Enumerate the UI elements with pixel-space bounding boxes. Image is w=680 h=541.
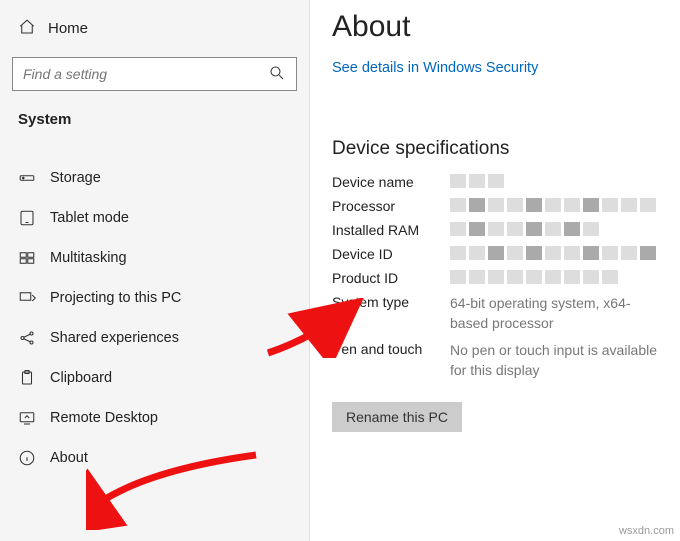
projecting-icon bbox=[18, 289, 36, 307]
nav-home-label: Home bbox=[48, 20, 88, 37]
rename-this-pc-button[interactable]: Rename this PC bbox=[332, 402, 462, 432]
nav-item-remote-desktop[interactable]: Remote Desktop bbox=[6, 398, 303, 438]
nav-item-label: Remote Desktop bbox=[50, 410, 158, 426]
nav-home[interactable]: Home bbox=[6, 10, 303, 47]
nav-item-storage[interactable]: Storage bbox=[6, 158, 303, 198]
nav-item-label: About bbox=[50, 450, 88, 466]
about-icon bbox=[18, 449, 36, 467]
spec-label: Product ID bbox=[332, 270, 450, 286]
nav-item-label: Tablet mode bbox=[50, 210, 129, 226]
nav-item-multitasking[interactable]: Multitasking bbox=[6, 238, 303, 278]
spec-row-system-type: System type 64-bit operating system, x64… bbox=[332, 294, 658, 333]
device-specifications-heading: Device specifications bbox=[332, 138, 658, 160]
spec-label: System type bbox=[332, 294, 450, 310]
spec-row-device-id: Device ID bbox=[332, 246, 658, 262]
nav-item-label: Shared experiences bbox=[50, 330, 179, 346]
nav-item-label: Clipboard bbox=[50, 370, 112, 386]
spec-value-redacted bbox=[450, 246, 656, 260]
spec-value: 64-bit operating system, x64-based proce… bbox=[450, 294, 658, 333]
windows-security-link[interactable]: See details in Windows Security bbox=[332, 60, 658, 76]
main-panel: About See details in Windows Security De… bbox=[310, 0, 680, 541]
nav-item-label: Multitasking bbox=[50, 250, 127, 266]
nav-item-projecting[interactable]: Projecting to this PC bbox=[6, 278, 303, 318]
spec-label: Pen and touch bbox=[332, 341, 450, 357]
nav-item-shared-experiences[interactable]: Shared experiences bbox=[6, 318, 303, 358]
spec-value-redacted bbox=[450, 174, 504, 188]
nav-item-about[interactable]: About bbox=[6, 438, 303, 478]
spec-label: Device name bbox=[332, 174, 450, 190]
search-icon bbox=[268, 64, 286, 85]
spec-value-redacted bbox=[450, 270, 618, 284]
home-icon bbox=[18, 18, 36, 39]
spec-row-installed-ram: Installed RAM bbox=[332, 222, 658, 238]
search-box[interactable] bbox=[12, 57, 297, 91]
spec-value-redacted bbox=[450, 198, 656, 212]
spec-value-redacted bbox=[450, 222, 599, 236]
spec-label: Processor bbox=[332, 198, 450, 214]
spec-row-product-id: Product ID bbox=[332, 270, 658, 286]
spec-row-device-name: Device name bbox=[332, 174, 658, 190]
spec-label: Installed RAM bbox=[332, 222, 450, 238]
search-input[interactable] bbox=[23, 66, 268, 82]
storage-icon bbox=[18, 169, 36, 187]
multitasking-icon bbox=[18, 249, 36, 267]
clipboard-icon bbox=[18, 369, 36, 387]
spec-value: No pen or touch input is available for t… bbox=[450, 341, 658, 380]
page-title: About bbox=[332, 10, 658, 44]
spec-row-pen-touch: Pen and touch No pen or touch input is a… bbox=[332, 341, 658, 380]
tablet-icon bbox=[18, 209, 36, 227]
nav-list: Storage Tablet mode Multitasking Project… bbox=[6, 158, 303, 478]
spec-row-processor: Processor bbox=[332, 198, 658, 214]
nav-item-tablet-mode[interactable]: Tablet mode bbox=[6, 198, 303, 238]
watermark: wsxdn.com bbox=[619, 525, 674, 537]
sidebar: Home System Storage Tablet mode bbox=[0, 0, 310, 541]
nav-item-label: Projecting to this PC bbox=[50, 290, 181, 306]
shared-icon bbox=[18, 329, 36, 347]
remote-desktop-icon bbox=[18, 409, 36, 427]
nav-item-label: Storage bbox=[50, 170, 101, 186]
spec-label: Device ID bbox=[332, 246, 450, 262]
section-title: System bbox=[6, 105, 303, 140]
nav-item-clipboard[interactable]: Clipboard bbox=[6, 358, 303, 398]
